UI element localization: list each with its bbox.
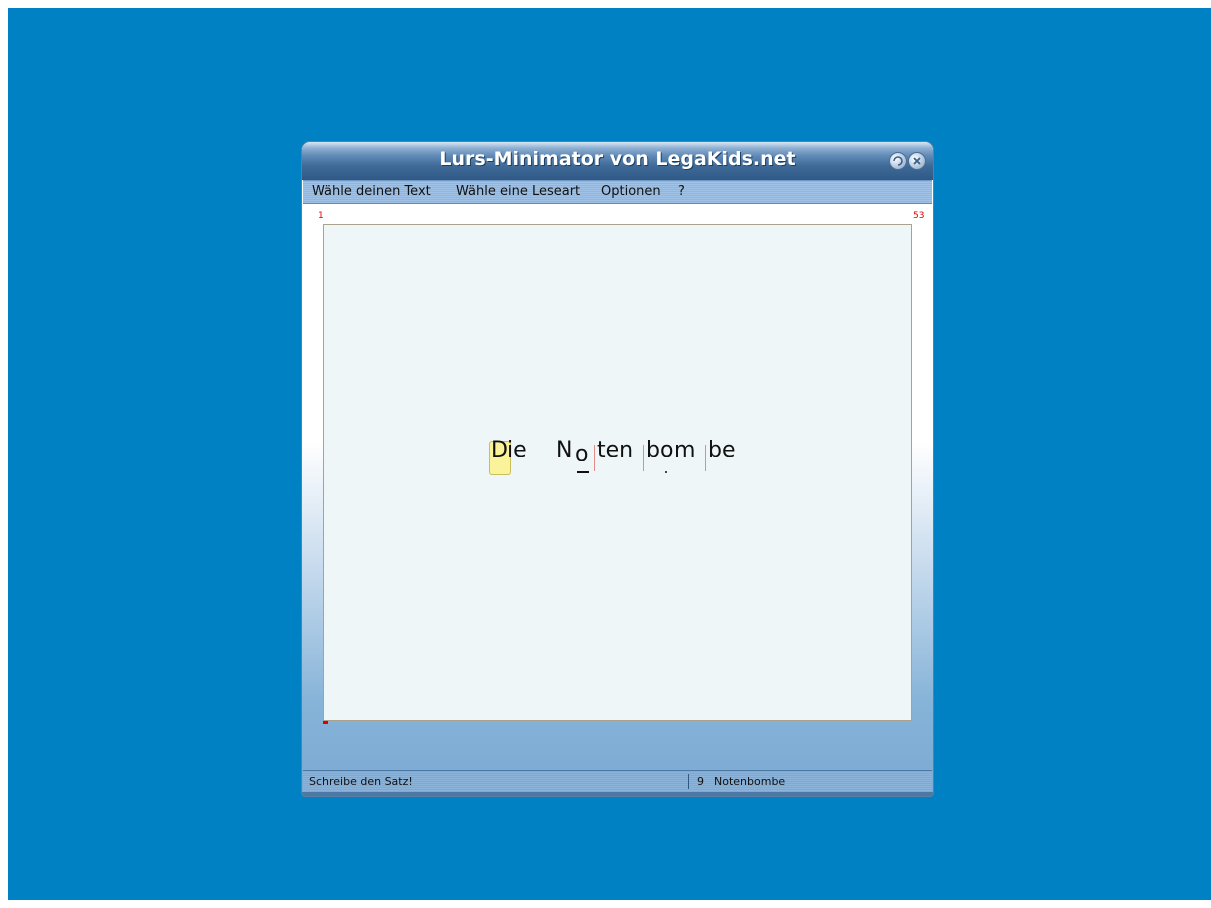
short-vowel-mark (665, 471, 667, 473)
status-message: Schreibe den Satz! (309, 775, 413, 788)
sentence-glyph: b (646, 438, 660, 463)
menu-options[interactable]: Optionen (601, 184, 661, 199)
close-button[interactable] (908, 152, 926, 170)
sentence-glyph: o (660, 438, 674, 463)
sentence-glyph: m (674, 438, 696, 463)
window-bottom-edge (302, 792, 933, 796)
counter-end: 53 (913, 211, 925, 221)
minimize-button[interactable] (889, 152, 907, 170)
syllable-separator (643, 445, 644, 471)
syllable-separator (705, 445, 706, 471)
writing-board[interactable]: D ie N o ten b o m be (323, 224, 912, 721)
long-vowel-mark (577, 471, 589, 473)
menu-bar: Wähle deinen Text Wähle eine Leseart Opt… (303, 180, 932, 204)
minimize-icon (893, 156, 903, 166)
sentence-glyph: be (708, 438, 736, 463)
status-divider (688, 774, 689, 789)
sentence-glyph: N (556, 438, 573, 463)
app-window: Lurs-Minimator von LegaKids.net Wähle de… (302, 142, 933, 796)
status-word-number: 9 (697, 775, 704, 788)
title-bar[interactable]: Lurs-Minimator von LegaKids.net (302, 142, 933, 180)
syllable-separator (594, 445, 595, 471)
status-bar: Schreibe den Satz! 9 Notenbombe (303, 770, 932, 792)
menu-choose-reading-mode[interactable]: Wähle eine Leseart (456, 184, 580, 199)
window-title: Lurs-Minimator von LegaKids.net (439, 148, 796, 170)
position-marker (323, 721, 328, 724)
menu-choose-text[interactable]: Wähle deinen Text (312, 184, 431, 199)
status-word: Notenbombe (714, 775, 786, 788)
sentence-glyph: ten (597, 438, 634, 463)
menu-help[interactable]: ? (678, 184, 685, 199)
counter-start: 1 (318, 211, 324, 221)
sentence-display: D ie N o ten b o m be (324, 225, 911, 720)
desktop: Lurs-Minimator von LegaKids.net Wähle de… (8, 8, 1211, 900)
sentence-glyph: o (575, 442, 589, 467)
close-icon (913, 157, 921, 165)
